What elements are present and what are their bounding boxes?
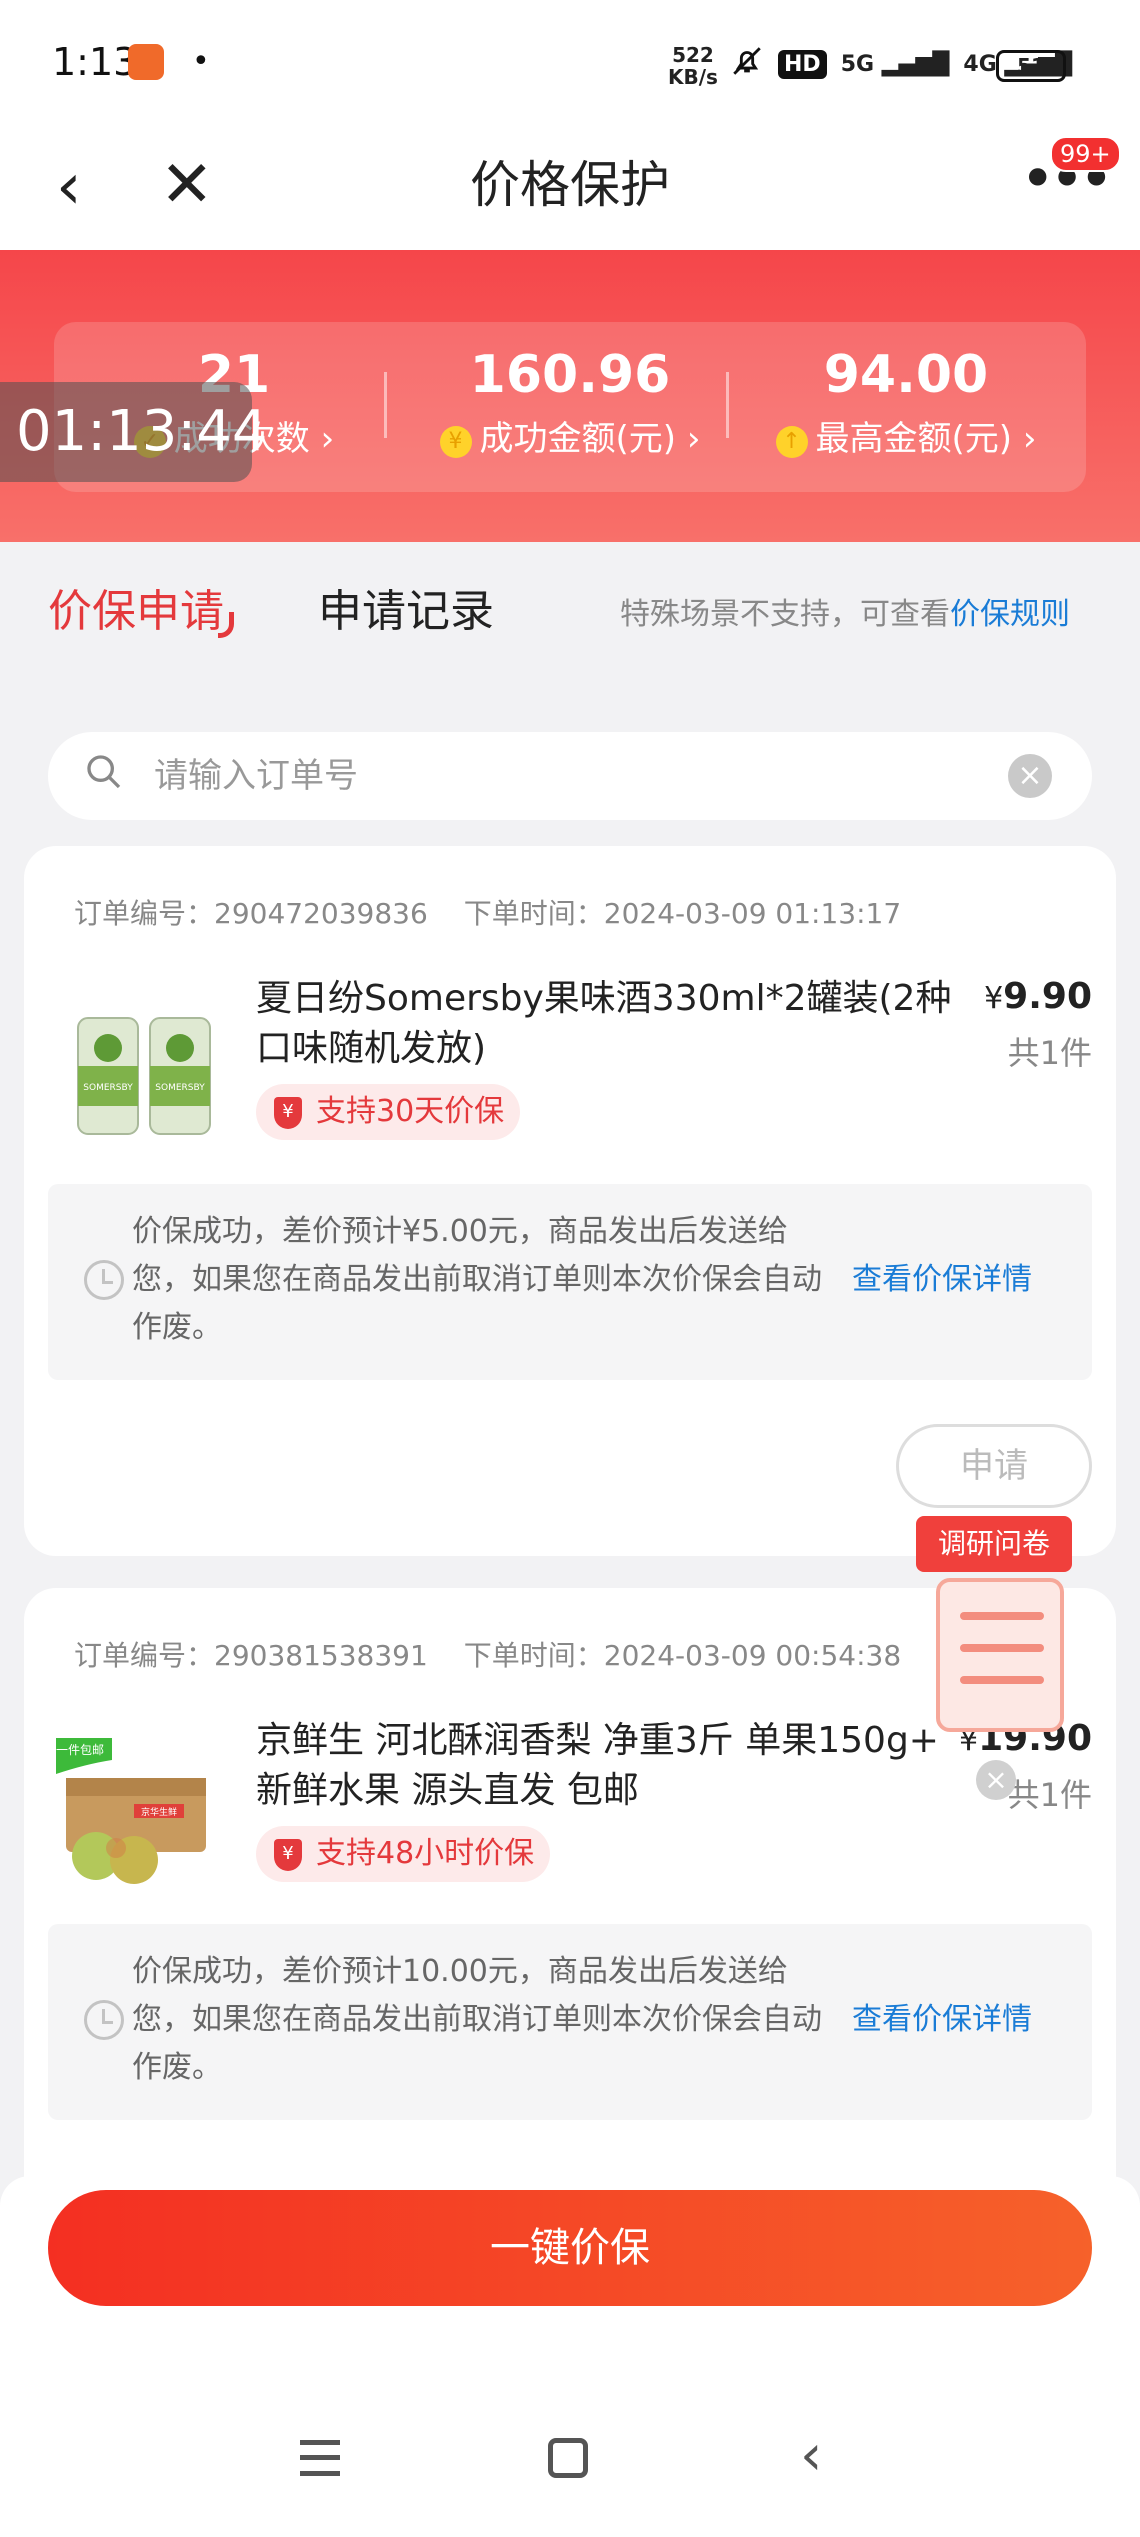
protect-result-text: 价保成功，差价预计¥5.00元，商品发出后发送给您，如果您在商品发出前取消订单则… [132,1214,822,1345]
apply-button[interactable]: 申请 [896,1424,1092,1508]
order-time: 下单时间：2024-03-09 01:13:17 [463,897,902,930]
order-card: 订单编号：290472039836 下单时间：2024-03-09 01:13:1… [24,846,1116,1556]
stat-success-amount[interactable]: 160.96 ¥ 成功金额(元) › [400,342,740,464]
protect-result-note: 价保成功，差价预计10.00元，商品发出后发送给您，如果您在商品发出前取消订单则… [48,1924,1092,2120]
system-back-icon[interactable]: ‹ [800,2426,822,2486]
order-search-input[interactable] [154,746,1014,806]
stat-divider [384,372,387,438]
product-name[interactable]: 夏日纷Somersby果味酒330ml*2罐装(2种口味随机发放) [256,974,956,1074]
net-speed-value: 522 [672,43,714,67]
survey-close-icon[interactable]: × [976,1760,1016,1800]
bottom-action-bar: 一键价保 ‹ [0,2176,1140,2537]
product-name[interactable]: 京鲜生 河北酥润香梨 净重3斤 单果150g+ 新鲜水果 源头直发 包邮 [256,1716,956,1816]
recent-apps-icon[interactable] [300,2440,340,2476]
top-navbar: ‹ ✕ 价格保护 ••• 99+ [0,130,1140,250]
protect-result-text: 价保成功，差价预计10.00元，商品发出后发送给您，如果您在商品发出前取消订单则… [132,1954,822,2085]
can-brand-label: SOMERSBY [155,1083,205,1093]
survey-label: 调研问卷 [916,1516,1072,1572]
floating-timer: 01:13:44 [0,382,268,482]
order-meta: 订单编号：290381538391 下单时间：2024-03-09 00:54:3… [74,1634,901,1674]
clock-icon [84,1260,124,1300]
product-quantity: 共1件 [1007,1034,1092,1072]
message-count-badge: 99+ [1050,136,1121,172]
price-symbol: ¥ [984,981,1004,1016]
view-protect-detail-link[interactable]: 查看价保详情 [852,1996,1032,2044]
hd-icon: HD [778,49,827,79]
search-icon [87,755,121,789]
status-time: 1:13 [52,40,138,84]
tab-label: 价保申请 [48,586,224,637]
status-bar: 1:13 • 522 KB/s HD 5G ▂▄▆█ 4G ▂▄▆█ 51 [0,0,1140,130]
survey-widget[interactable]: 调研问卷 × [916,1516,1076,1800]
clear-search-icon[interactable]: × [1008,754,1052,798]
home-icon[interactable] [548,2438,588,2478]
net-speed: 522 KB/s [668,44,718,88]
net-speed-unit: KB/s [668,65,718,89]
battery-icon: 51 [996,50,1066,82]
arrow-up-coin-icon: ↑ [775,426,808,458]
order-meta: 订单编号：290472039836 下单时间：2024-03-09 01:13:1… [74,892,901,932]
stat-max-amount[interactable]: 94.00 ↑ 最高金额(元) › [736,342,1076,464]
shield-icon: ¥ [274,1097,302,1129]
order-number: 订单编号：290381538391 [74,1639,428,1672]
protect-result-note: 价保成功，差价预计¥5.00元，商品发出后发送给您，如果您在商品发出前取消订单则… [48,1184,1092,1380]
signal-5g-icon: 5G ▂▄▆█ [840,51,950,77]
rule-notice: 特殊场景不支持，可查看价保规则 [620,590,1070,640]
clock-icon [84,2000,124,2040]
rule-notice-text: 特殊场景不支持，可查看 [620,597,950,632]
tab-price-protect-apply[interactable]: 价保申请 [48,582,234,642]
rule-link[interactable]: 价保规则 [950,597,1070,632]
app-notification-icon [128,44,164,80]
one-click-protect-button[interactable]: 一键价保 [48,2190,1092,2306]
tab-active-indicator [218,612,234,638]
product-image-somersby: SOMERSBY SOMERSBY [77,1017,211,1135]
tab-bar: 价保申请 申请记录 特殊场景不支持，可查看价保规则 [0,542,1140,682]
tab-apply-records[interactable]: 申请记录 [318,582,494,642]
stat-label: 成功金额(元) › [479,419,701,459]
yuan-coin-icon: ¥ [439,426,472,458]
guarantee-badge: ¥ 支持48小时价保 [256,1826,551,1882]
guarantee-text: 支持30天价保 [316,1094,505,1129]
stat-divider [726,372,729,438]
system-nav-bar: ‹ [0,2426,1140,2516]
view-protect-detail-link[interactable]: 查看价保详情 [852,1256,1032,1304]
status-dot: • [192,44,210,79]
thumb-badge-text: 一件包邮 [56,1743,104,1757]
page-title: 价格保护 [470,156,670,214]
box-label: 京华生鲜 [141,1806,177,1818]
product-quantity: 共1件 [1007,1776,1092,1814]
guarantee-text: 支持48小时价保 [316,1836,535,1871]
order-time: 下单时间：2024-03-09 00:54:38 [463,1639,902,1672]
shield-icon: ¥ [274,1839,302,1871]
stat-value: 160.96 [469,345,671,405]
stat-value: 94.00 [823,345,989,405]
stat-label: 最高金额(元) › [815,419,1037,459]
product-price: ¥9.90 [984,976,1092,1017]
product-image-pears: 京华生鲜 一件包邮 [56,1738,206,1884]
mute-bell-icon [730,44,764,85]
guarantee-badge: ¥ 支持30天价保 [256,1084,521,1140]
order-number: 订单编号：290472039836 [74,897,428,930]
price-value: 9.90 [1003,976,1092,1017]
order-search-bar: × [48,732,1092,820]
clipboard-icon [936,1578,1064,1732]
can-brand-label: SOMERSBY [83,1083,133,1093]
